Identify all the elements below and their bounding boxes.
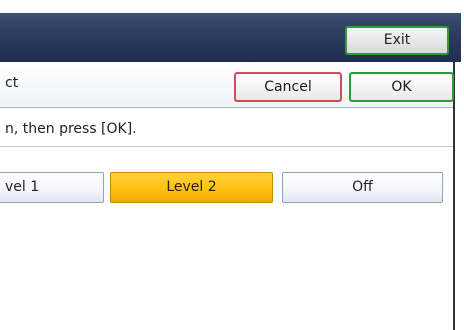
exit-button[interactable]: Exit: [345, 26, 449, 55]
settings-panel: ct Cancel OK n, then press [OK]. vel 1 L…: [0, 62, 455, 330]
option-level-2-button[interactable]: Level 2: [110, 172, 273, 203]
panel-header: ct Cancel OK: [0, 62, 454, 108]
option-level-1-button[interactable]: vel 1: [0, 172, 104, 203]
screen: Exit ct Cancel OK n, then press [OK]. ve…: [0, 0, 464, 330]
option-off-button[interactable]: Off: [282, 172, 443, 203]
panel-title: ct: [5, 75, 19, 91]
top-bar: Exit: [0, 13, 461, 62]
instruction-text: n, then press [OK].: [5, 121, 137, 137]
divider: [0, 146, 453, 147]
cancel-button[interactable]: Cancel: [234, 72, 342, 102]
ok-button[interactable]: OK: [349, 72, 454, 102]
